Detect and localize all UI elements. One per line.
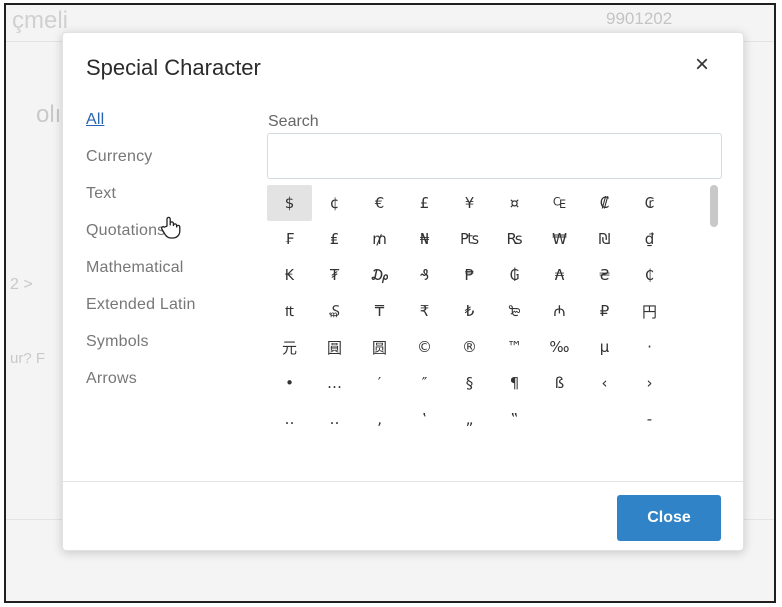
char-cell[interactable]: ₰ [402, 257, 447, 293]
char-cell[interactable]: ₡ [582, 185, 627, 221]
char-cell[interactable]: ₵ [627, 257, 672, 293]
close-button[interactable]: Close [617, 495, 721, 541]
background-pager: 2 > [10, 276, 33, 293]
char-cell[interactable]: ® [447, 329, 492, 365]
character-grid: $ ¢ € £ ¥ ¤ ₠ ₡ ₢ ₣ ₤ ₥ ₦ ₧ ₨ ₩ ₪ ₫ ₭ ₮ ₯ ₰ ₱ ₲ ₳ ₴ ₵ ₶ ₷ ₸ ₹ ₺ ₻ ₼ ₽ 円元圓圆 ©… [267, 185, 707, 461]
char-cell[interactable]: µ [582, 329, 627, 365]
char-cell[interactable]: ™ [492, 329, 537, 365]
char-cell[interactable]: ‹ [582, 365, 627, 401]
grid-scrollbar[interactable] [709, 185, 719, 461]
background-link: ur? F [10, 350, 46, 367]
char-cell[interactable]: ₻ [492, 293, 537, 329]
dialog-footer-divider [63, 481, 743, 482]
character-grid-inner: $ ¢ € £ ¥ ¤ ₠ ₡ ₢ ₣ ₤ ₥ ₦ ₧ ₨ ₩ ₪ ₫ ₭ ₮ ₯ ₰ ₱ ₲ ₳ ₴ ₵ ₶ ₷ ₸ ₹ ₺ ₻ ₼ ₽ 円元圓圆 ©… [267, 185, 707, 437]
category-item-symbols[interactable]: Symbols [86, 333, 196, 370]
char-cell[interactable] [537, 401, 582, 437]
category-list: All Currency Text Quotations Mathematical Ext… [86, 111, 196, 407]
char-cell[interactable]: · [627, 329, 672, 365]
char-cell[interactable]: $ [267, 185, 312, 221]
char-cell[interactable]: ₪ [582, 221, 627, 257]
search-input[interactable] [267, 133, 722, 179]
char-cell[interactable]: ₮ [312, 257, 357, 293]
char-cell[interactable]: ¤ [492, 185, 537, 221]
scroll-thumb[interactable] [710, 185, 718, 227]
char-cell[interactable]: ¢ [312, 185, 357, 221]
char-cell[interactable]: ₢ [627, 185, 672, 221]
char-cell[interactable]: § [447, 365, 492, 401]
char-cell[interactable]: ß [537, 365, 582, 401]
category-item-arrows[interactable]: Arrows [86, 370, 196, 407]
char-cell[interactable]: ₷ [312, 293, 357, 329]
char-cell[interactable]: ₨ [492, 221, 537, 257]
category-item-quotations[interactable]: Quotations [86, 222, 196, 259]
char-cell[interactable]: ‐ [627, 401, 672, 437]
char-cell[interactable]: ₶ [267, 293, 312, 329]
char-cell[interactable]: ₧ [447, 221, 492, 257]
char-cell[interactable]: ₺ [447, 293, 492, 329]
char-cell[interactable]: ‛ [402, 401, 447, 437]
char-cell[interactable]: ‟ [492, 401, 537, 437]
char-cell[interactable]: £ [402, 185, 447, 221]
char-cell[interactable]: ₴ [582, 257, 627, 293]
char-cell[interactable]: ‥ [312, 401, 357, 437]
char-cell[interactable]: ‥ [267, 401, 312, 437]
char-cell[interactable]: ₸ [357, 293, 402, 329]
char-cell[interactable] [582, 401, 627, 437]
category-item-all[interactable]: All [86, 111, 196, 148]
char-cell[interactable]: ′ [357, 365, 402, 401]
char-cell[interactable]: ₯ [357, 257, 402, 293]
char-cell[interactable]: ₠ [537, 185, 582, 221]
char-cell[interactable]: • [267, 365, 312, 401]
char-cell[interactable]: ₹ [402, 293, 447, 329]
dialog-title: Special Character [86, 55, 261, 80]
category-item-extended-latin[interactable]: Extended Latin [86, 296, 196, 333]
char-cell[interactable]: ₱ [447, 257, 492, 293]
char-cell[interactable]: 圆 [357, 329, 402, 365]
char-cell[interactable]: ₥ [357, 221, 402, 257]
category-item-text[interactable]: Text [86, 185, 196, 222]
special-character-dialog: Special Character × All Currency Text Quota… [62, 32, 744, 551]
char-cell[interactable]: € [357, 185, 402, 221]
app-window: çmeli 9901202 olı 2 > ur? F Special Char… [4, 3, 776, 603]
char-cell[interactable]: 圓 [312, 329, 357, 365]
close-icon[interactable]: × [695, 53, 709, 77]
char-cell[interactable]: ₼ [537, 293, 582, 329]
background-field-value: 9901202 [606, 9, 673, 28]
char-cell[interactable]: … [312, 365, 357, 401]
char-cell[interactable]: ₩ [537, 221, 582, 257]
char-cell[interactable]: ₦ [402, 221, 447, 257]
char-cell[interactable]: ‰ [537, 329, 582, 365]
char-cell[interactable]: ₣ [267, 221, 312, 257]
char-cell[interactable]: © [402, 329, 447, 365]
char-cell[interactable]: ¥ [447, 185, 492, 221]
char-cell[interactable]: ₲ [492, 257, 537, 293]
search-label: Search [268, 113, 319, 130]
char-cell[interactable]: ‚ [357, 401, 402, 437]
background-field-text: çmeli [12, 7, 69, 34]
char-cell[interactable]: 円 [627, 293, 672, 329]
char-cell[interactable]: › [627, 365, 672, 401]
char-cell[interactable]: ₤ [312, 221, 357, 257]
category-item-currency[interactable]: Currency [86, 148, 196, 185]
char-cell[interactable]: „ [447, 401, 492, 437]
background-label: olı [36, 101, 62, 128]
char-cell[interactable]: ″ [402, 365, 447, 401]
char-cell[interactable]: ₭ [267, 257, 312, 293]
char-cell[interactable]: ¶ [492, 365, 537, 401]
category-item-mathematical[interactable]: Mathematical [86, 259, 196, 296]
char-cell[interactable]: ₳ [537, 257, 582, 293]
char-cell[interactable]: 元 [267, 329, 312, 365]
char-cell[interactable]: ₽ [582, 293, 627, 329]
char-cell[interactable]: ₫ [627, 221, 672, 257]
